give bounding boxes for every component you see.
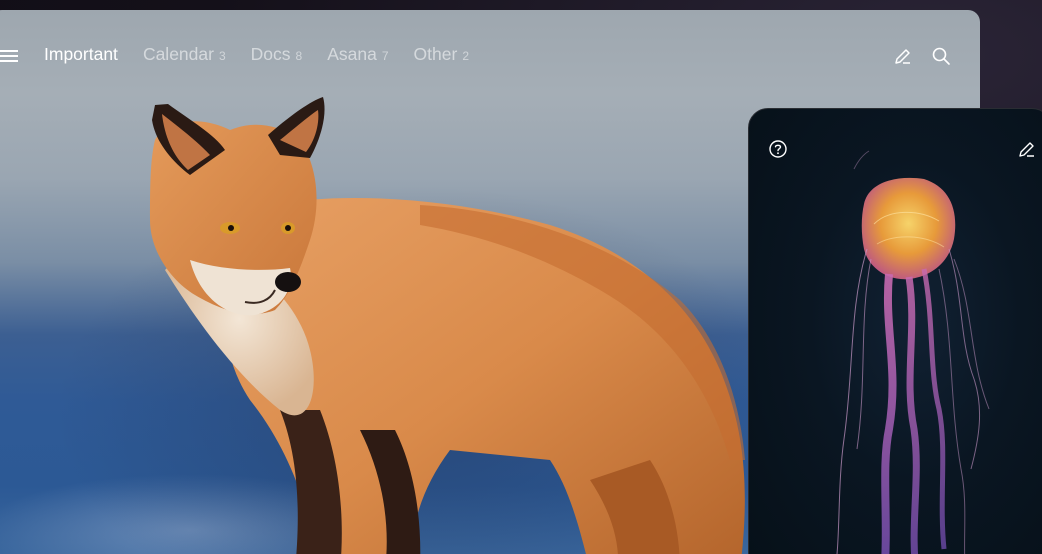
tab-label: Docs [250,44,291,64]
hamburger-menu-icon[interactable] [0,47,20,65]
pencil-icon[interactable] [893,46,913,66]
tab-label: Other [413,44,458,64]
tab-label: Important [44,44,118,64]
tab-important[interactable]: Important [44,44,118,65]
tab-count: 8 [295,49,303,63]
jellyfish-wallpaper-image [836,150,990,554]
phone-device [748,108,1042,554]
help-circle-icon[interactable] [768,139,788,159]
pencil-icon[interactable] [1017,139,1037,159]
category-tabs: Important Calendar 3 Docs 8 Asana 7 Othe… [44,44,494,65]
tab-count: 7 [381,49,389,63]
tab-docs[interactable]: Docs 8 [251,44,303,65]
tab-count: 3 [218,49,226,63]
tab-asana[interactable]: Asana 7 [327,44,388,65]
tab-other[interactable]: Other 2 [414,44,469,65]
top-navigation-bar: Important Calendar 3 Docs 8 Asana 7 Othe… [0,38,970,74]
search-icon[interactable] [931,46,951,66]
top-actions [893,46,951,66]
tab-label: Asana [327,44,377,64]
tab-calendar[interactable]: Calendar 3 [143,44,226,65]
tab-label: Calendar [142,44,214,64]
tab-count: 2 [462,49,469,63]
